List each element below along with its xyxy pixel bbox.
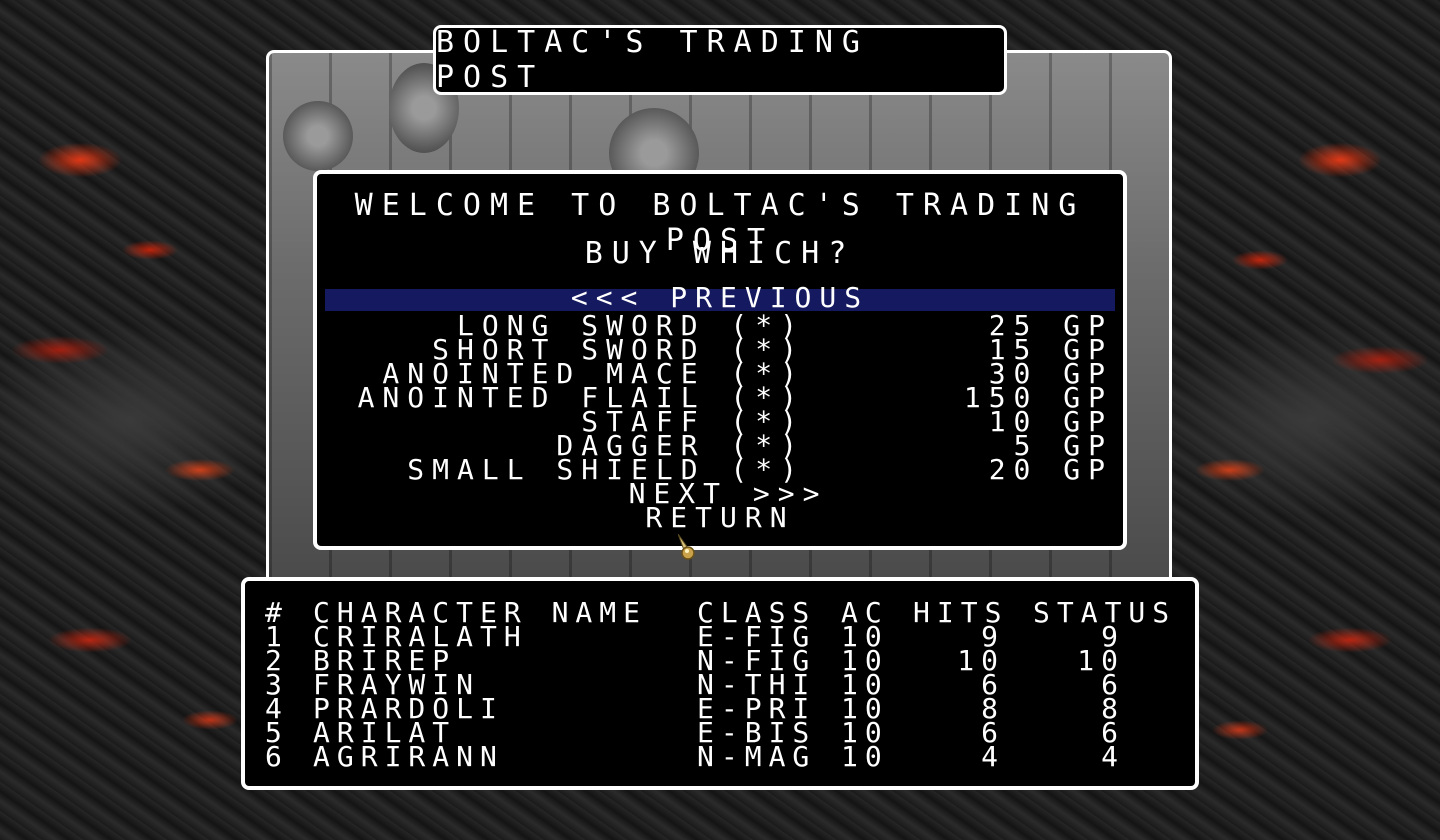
member-class: N-MAG xyxy=(697,740,817,773)
member-hits: 4 xyxy=(981,740,1005,773)
member-status: 4 xyxy=(1101,740,1125,773)
member-ac: 10 xyxy=(841,740,889,773)
hanging-shield-left xyxy=(283,101,353,171)
shop-title: BOLTAC'S TRADING POST xyxy=(436,25,869,95)
title-plate: BOLTAC'S TRADING POST xyxy=(433,25,1007,95)
party-member-row[interactable]: 6 AGRIRANN N-MAG 10 4 4 xyxy=(245,740,1195,773)
member-num: 6 xyxy=(265,740,289,773)
sword-cursor-icon xyxy=(678,534,695,560)
member-name: AGRIRANN xyxy=(313,740,504,773)
previous-page-option[interactable]: <<< PREVIOUS xyxy=(325,283,1115,313)
party-roster: # CHARACTER NAME CLASS AC HITS STATUS 1 … xyxy=(241,577,1199,790)
return-option[interactable]: RETURN xyxy=(317,504,1123,532)
buy-menu: WELCOME TO BOLTAC'S TRADING POST BUY WHI… xyxy=(313,170,1127,550)
buy-prompt: BUY WHICH? xyxy=(584,236,856,271)
item-price: 20 GP xyxy=(988,453,1113,486)
